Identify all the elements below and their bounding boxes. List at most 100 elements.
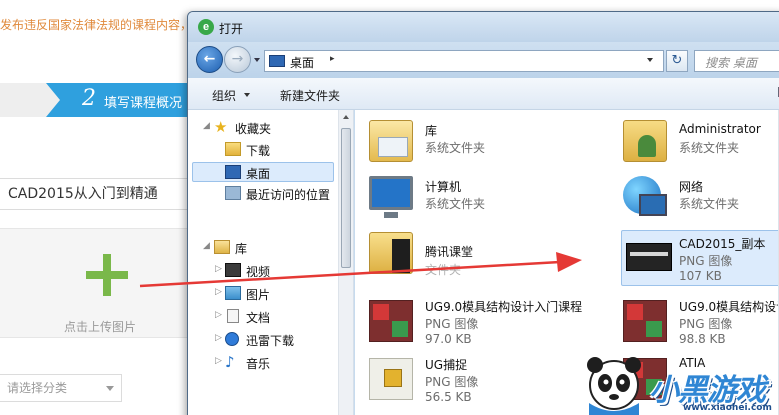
computer-icon xyxy=(369,176,413,218)
nav-item-desktop[interactable]: 桌面 xyxy=(192,162,334,182)
nav-item-label: 视频 xyxy=(246,265,271,279)
nav-item-pictures[interactable]: ▷ 图片 xyxy=(188,284,338,304)
file-type: PNG 图像 xyxy=(679,254,733,268)
file-item-tencent-classroom[interactable]: 腾讯课堂 文件夹 xyxy=(355,228,585,280)
star-icon: ★ xyxy=(214,118,228,136)
expand-arrow-icon[interactable]: ▷ xyxy=(215,333,222,343)
panda-mascot-icon xyxy=(587,357,641,415)
recent-places-icon xyxy=(225,186,241,200)
course-name-input[interactable]: CAD2015从入门到精通 xyxy=(0,178,200,210)
caret-down-icon[interactable] xyxy=(244,93,250,97)
documents-icon xyxy=(227,309,239,323)
image-thumbnail-icon xyxy=(369,300,413,342)
site-watermark: 小黑游戏 www.xiaohei.com xyxy=(583,345,779,415)
file-type: 系统文件夹 xyxy=(425,197,486,211)
file-type: PNG 图像 xyxy=(425,375,479,389)
nav-item-label: 音乐 xyxy=(246,357,271,371)
policy-notice: 发布违反国家法律法规的课程内容， xyxy=(0,18,193,32)
nav-item-videos[interactable]: ▷ 视频 xyxy=(188,261,338,281)
chevron-down-icon xyxy=(106,386,114,391)
search-input[interactable]: 搜索 桌面 xyxy=(694,50,779,72)
file-item-network[interactable]: 网络 系统文件夹 xyxy=(609,172,779,224)
download-folder-icon xyxy=(225,142,241,156)
file-size: 56.5 KB xyxy=(425,390,472,404)
nav-item-downloads[interactable]: 下载 xyxy=(188,140,338,160)
nav-item-favorites[interactable]: ◢ ★ 收藏夹 xyxy=(188,118,338,138)
expand-arrow-icon[interactable]: ▷ xyxy=(215,356,222,366)
dialog-title-bar[interactable]: e 打开 xyxy=(188,12,779,42)
navigation-bar: ← → 桌面 ▸ ↻ 搜索 桌面 xyxy=(188,42,779,78)
expand-arrow-icon[interactable]: ▷ xyxy=(215,264,222,274)
nav-item-label: 最近访问的位置 xyxy=(246,188,331,202)
desktop-icon xyxy=(225,165,241,179)
file-type: 系统文件夹 xyxy=(425,141,486,155)
image-thumbnail-icon xyxy=(626,243,672,271)
collapse-arrow-icon[interactable]: ◢ xyxy=(203,241,210,251)
file-name: UG9.0模具结构设计 xyxy=(679,300,779,314)
organize-menu-button[interactable]: 组织 xyxy=(212,87,236,104)
forward-button[interactable]: → xyxy=(224,46,251,73)
file-name: UG捕捉 xyxy=(425,358,468,372)
file-item-ug9-intro[interactable]: UG9.0模具结构设计入门课程 PNG 图像 97.0 KB xyxy=(355,296,585,348)
file-item-cad2015-copy[interactable]: CAD2015_副本 PNG 图像 107 KB xyxy=(621,230,779,286)
file-size: 97.0 KB xyxy=(425,332,472,346)
recent-locations-dropdown[interactable] xyxy=(254,58,260,62)
file-item-ug9-structure[interactable]: UG9.0模具结构设计 PNG 图像 98.8 KB xyxy=(609,296,779,348)
file-size: 107 KB xyxy=(679,269,722,283)
desktop-icon xyxy=(269,55,285,67)
new-folder-button[interactable]: 新建文件夹 xyxy=(280,87,340,104)
collapse-arrow-icon[interactable]: ◢ xyxy=(203,121,210,131)
file-type: PNG 图像 xyxy=(425,317,479,331)
file-name: UG9.0模具结构设计入门课程 xyxy=(425,300,583,314)
file-name: 计算机 xyxy=(425,180,462,194)
nav-item-thunder-downloads[interactable]: ▷ 迅雷下载 xyxy=(188,330,338,350)
file-item-computer[interactable]: 计算机 系统文件夹 xyxy=(355,172,585,224)
search-placeholder: 搜索 桌面 xyxy=(705,56,757,70)
library-icon xyxy=(369,120,413,162)
dialog-title: 打开 xyxy=(219,22,244,36)
music-icon: ♪ xyxy=(225,353,235,371)
image-thumbnail-icon xyxy=(623,300,667,342)
nav-item-documents[interactable]: ▷ 文档 xyxy=(188,307,338,327)
thunder-icon xyxy=(225,332,239,346)
file-item-ug-capture[interactable]: UG捕捉 PNG 图像 56.5 KB xyxy=(355,354,585,406)
expand-arrow-icon[interactable]: ▷ xyxy=(215,287,222,297)
nav-pane-scrollbar[interactable] xyxy=(338,110,353,415)
address-location[interactable]: 桌面 xyxy=(290,54,314,71)
nav-item-label: 下载 xyxy=(246,144,271,158)
file-name: CAD2015_副本 xyxy=(679,237,766,251)
scroll-up-arrow-icon[interactable] xyxy=(343,115,349,119)
nav-item-libraries[interactable]: ◢ 库 xyxy=(188,238,338,258)
refresh-button[interactable]: ↻ xyxy=(666,50,688,72)
address-dropdown-icon[interactable] xyxy=(647,58,653,62)
file-name: 网络 xyxy=(679,180,704,194)
expand-arrow-icon[interactable]: ▷ xyxy=(215,310,222,320)
file-name: 腾讯课堂 xyxy=(425,245,474,259)
scrollbar-thumb[interactable] xyxy=(341,128,351,268)
nav-item-music[interactable]: ▷ ♪ 音乐 xyxy=(188,353,338,373)
dialog-toolbar: 组织 新建文件夹 xyxy=(188,78,779,110)
folder-icon xyxy=(369,232,413,274)
nav-item-label: 图片 xyxy=(246,288,271,302)
step-number: 2 xyxy=(82,86,96,111)
back-button[interactable]: ← xyxy=(196,46,223,73)
file-item-library[interactable]: 库 系统文件夹 xyxy=(355,116,585,168)
file-type: PNG 图像 xyxy=(679,317,733,331)
upload-image-label: 点击上传图片 xyxy=(64,320,137,334)
network-icon xyxy=(623,176,667,216)
file-type: 文件夹 xyxy=(425,263,462,277)
file-size: 98.8 KB xyxy=(679,332,726,346)
nav-item-label: 文档 xyxy=(246,311,271,325)
file-item-administrator[interactable]: Administrator 系统文件夹 xyxy=(609,116,779,168)
file-name: 库 xyxy=(425,124,438,138)
nav-item-recent-places[interactable]: 最近访问的位置 xyxy=(188,184,338,204)
file-name: Administrator xyxy=(679,122,761,136)
category-select[interactable]: 请选择分类 xyxy=(0,374,122,402)
browser-app-icon: e xyxy=(198,19,214,35)
nav-item-label: 收藏夹 xyxy=(235,122,272,136)
plus-icon[interactable] xyxy=(86,254,128,296)
breadcrumb-arrow-icon[interactable]: ▸ xyxy=(330,54,335,64)
address-bar[interactable]: 桌面 ▸ xyxy=(264,50,664,72)
image-thumbnail-icon xyxy=(369,358,413,400)
navigation-pane: ◢ ★ 收藏夹 下载 桌面 最近访问的位置 ◢ 库 ▷ 视频 ▷ 图片 ▷ 文档… xyxy=(188,110,354,415)
